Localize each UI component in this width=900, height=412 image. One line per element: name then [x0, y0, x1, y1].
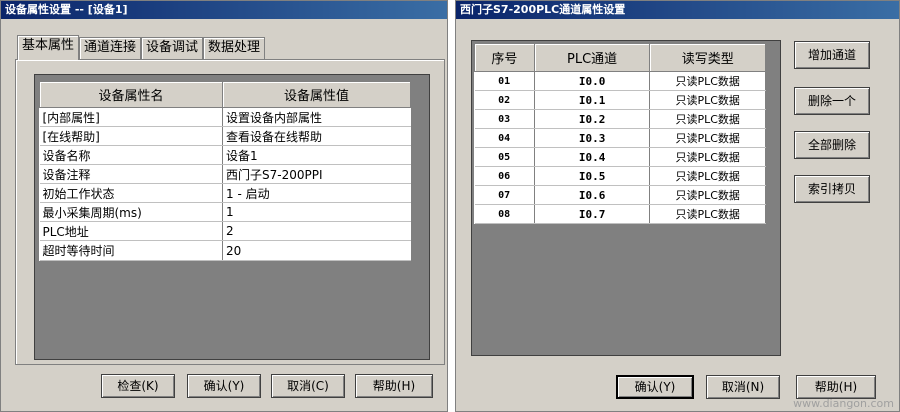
- check-button[interactable]: 检查(K): [101, 374, 175, 398]
- table-row[interactable]: [内部属性] 设置设备内部属性: [39, 107, 411, 127]
- table-row[interactable]: 设备注释 西门子S7-200PPI: [39, 164, 411, 184]
- tab-channel-connection[interactable]: 通道连接: [79, 37, 142, 59]
- property-name-cell: 初始工作状态: [39, 183, 223, 203]
- channel-rw-type-cell[interactable]: 只读PLC数据: [649, 109, 766, 129]
- property-value-cell[interactable]: 1 - 启动: [222, 183, 411, 203]
- device-properties-window: 设备属性设置 -- [设备1] 基本属性 通道连接 设备调试 数据处理 设备属性…: [0, 0, 448, 412]
- property-value-cell[interactable]: 查看设备在线帮助: [222, 126, 411, 146]
- cancel-button[interactable]: 取消(N): [706, 375, 780, 399]
- table-row[interactable]: PLC地址 2: [39, 221, 411, 241]
- tab-data-processing[interactable]: 数据处理: [203, 37, 266, 59]
- channel-address-cell[interactable]: I0.7: [534, 204, 651, 224]
- channel-rw-type-cell[interactable]: 只读PLC数据: [649, 204, 766, 224]
- channel-address-cell[interactable]: I0.6: [534, 185, 651, 205]
- index-copy-button[interactable]: 索引拷贝: [794, 175, 870, 203]
- table-row[interactable]: 初始工作状态 1 - 启动: [39, 183, 411, 203]
- channel-address-cell[interactable]: I0.4: [534, 147, 651, 167]
- property-name-cell: 最小采集周期(ms): [39, 202, 223, 222]
- column-header-index[interactable]: 序号: [474, 43, 535, 72]
- property-value-cell[interactable]: 设置设备内部属性: [222, 107, 411, 127]
- property-grid-area: 设备属性名 设备属性值 [内部属性] 设置设备内部属性 [在线帮助] 查看设备在…: [34, 74, 430, 360]
- table-row[interactable]: 02 I0.1 只读PLC数据: [474, 90, 766, 110]
- channel-index-cell: 03: [474, 109, 535, 129]
- basic-properties-panel: 设备属性名 设备属性值 [内部属性] 设置设备内部属性 [在线帮助] 查看设备在…: [15, 59, 445, 365]
- channel-address-cell[interactable]: I0.2: [534, 109, 651, 129]
- property-value-cell[interactable]: 设备1: [222, 145, 411, 165]
- table-row[interactable]: 设备名称 设备1: [39, 145, 411, 165]
- channel-address-cell[interactable]: I0.5: [534, 166, 651, 186]
- tab-device-debug[interactable]: 设备调试: [141, 37, 204, 59]
- column-header-rw-type[interactable]: 读写类型: [649, 43, 766, 72]
- table-row[interactable]: 最小采集周期(ms) 1: [39, 202, 411, 222]
- table-row[interactable]: 03 I0.2 只读PLC数据: [474, 109, 766, 129]
- channel-index-cell: 02: [474, 90, 535, 110]
- table-row[interactable]: 08 I0.7 只读PLC数据: [474, 204, 766, 224]
- channel-rw-type-cell[interactable]: 只读PLC数据: [649, 185, 766, 205]
- table-row[interactable]: 04 I0.3 只读PLC数据: [474, 128, 766, 148]
- channel-rw-type-cell[interactable]: 只读PLC数据: [649, 147, 766, 167]
- help-button[interactable]: 帮助(H): [796, 375, 876, 399]
- channel-properties-window: 西门子S7-200PLC通道属性设置 序号 PLC通道 读写类型 01 I0.0…: [455, 0, 900, 412]
- device-properties-titlebar: 设备属性设置 -- [设备1]: [1, 1, 447, 19]
- help-button[interactable]: 帮助(H): [355, 374, 433, 398]
- add-channel-button[interactable]: 增加通道: [794, 41, 870, 69]
- channel-index-cell: 06: [474, 166, 535, 186]
- column-header-plc-channel[interactable]: PLC通道: [533, 43, 651, 72]
- table-row[interactable]: 05 I0.4 只读PLC数据: [474, 147, 766, 167]
- property-value-cell[interactable]: 20: [222, 240, 411, 261]
- channel-index-cell: 05: [474, 147, 535, 167]
- channel-properties-titlebar: 西门子S7-200PLC通道属性设置: [456, 1, 899, 19]
- channel-rw-type-cell[interactable]: 只读PLC数据: [649, 90, 766, 110]
- device-properties-tabs: 基本属性 通道连接 设备调试 数据处理: [17, 35, 266, 60]
- channel-address-cell[interactable]: I0.1: [534, 90, 651, 110]
- property-table: 设备属性名 设备属性值 [内部属性] 设置设备内部属性 [在线帮助] 查看设备在…: [39, 81, 411, 261]
- watermark: www.diangon.com: [793, 397, 894, 410]
- ok-button[interactable]: 确认(Y): [187, 374, 261, 398]
- property-name-cell: PLC地址: [39, 221, 223, 241]
- column-header-property-value[interactable]: 设备属性值: [222, 81, 411, 108]
- channel-index-cell: 07: [474, 185, 535, 205]
- channel-rw-type-cell[interactable]: 只读PLC数据: [649, 71, 766, 91]
- column-header-property-name[interactable]: 设备属性名: [39, 81, 223, 108]
- channel-index-cell: 04: [474, 128, 535, 148]
- property-value-cell[interactable]: 1: [222, 202, 411, 222]
- channel-rw-type-cell[interactable]: 只读PLC数据: [649, 166, 766, 186]
- tab-basic-properties[interactable]: 基本属性: [17, 35, 80, 60]
- channel-rw-type-cell[interactable]: 只读PLC数据: [649, 128, 766, 148]
- channel-index-cell: 01: [474, 71, 535, 91]
- property-value-cell[interactable]: 西门子S7-200PPI: [222, 164, 411, 184]
- delete-one-button[interactable]: 删除一个: [794, 87, 870, 115]
- property-name-cell: 设备名称: [39, 145, 223, 165]
- channel-address-cell[interactable]: I0.3: [534, 128, 651, 148]
- table-row[interactable]: [在线帮助] 查看设备在线帮助: [39, 126, 411, 146]
- channel-grid-area: 序号 PLC通道 读写类型 01 I0.0 只读PLC数据 02 I0.1 只读…: [471, 40, 781, 356]
- property-name-cell: [在线帮助]: [39, 126, 223, 146]
- property-value-cell[interactable]: 2: [222, 221, 411, 241]
- property-name-cell: 超时等待时间: [39, 240, 223, 261]
- ok-button[interactable]: 确认(Y): [616, 375, 694, 399]
- table-row[interactable]: 01 I0.0 只读PLC数据: [474, 71, 766, 91]
- table-row[interactable]: 超时等待时间 20: [39, 240, 411, 261]
- cancel-button[interactable]: 取消(C): [271, 374, 345, 398]
- channel-address-cell[interactable]: I0.0: [534, 71, 651, 91]
- table-row[interactable]: 06 I0.5 只读PLC数据: [474, 166, 766, 186]
- delete-all-button[interactable]: 全部删除: [794, 131, 870, 159]
- property-name-cell: 设备注释: [39, 164, 223, 184]
- table-row[interactable]: 07 I0.6 只读PLC数据: [474, 185, 766, 205]
- property-name-cell: [内部属性]: [39, 107, 223, 127]
- channel-table: 序号 PLC通道 读写类型 01 I0.0 只读PLC数据 02 I0.1 只读…: [474, 43, 766, 224]
- channel-index-cell: 08: [474, 204, 535, 224]
